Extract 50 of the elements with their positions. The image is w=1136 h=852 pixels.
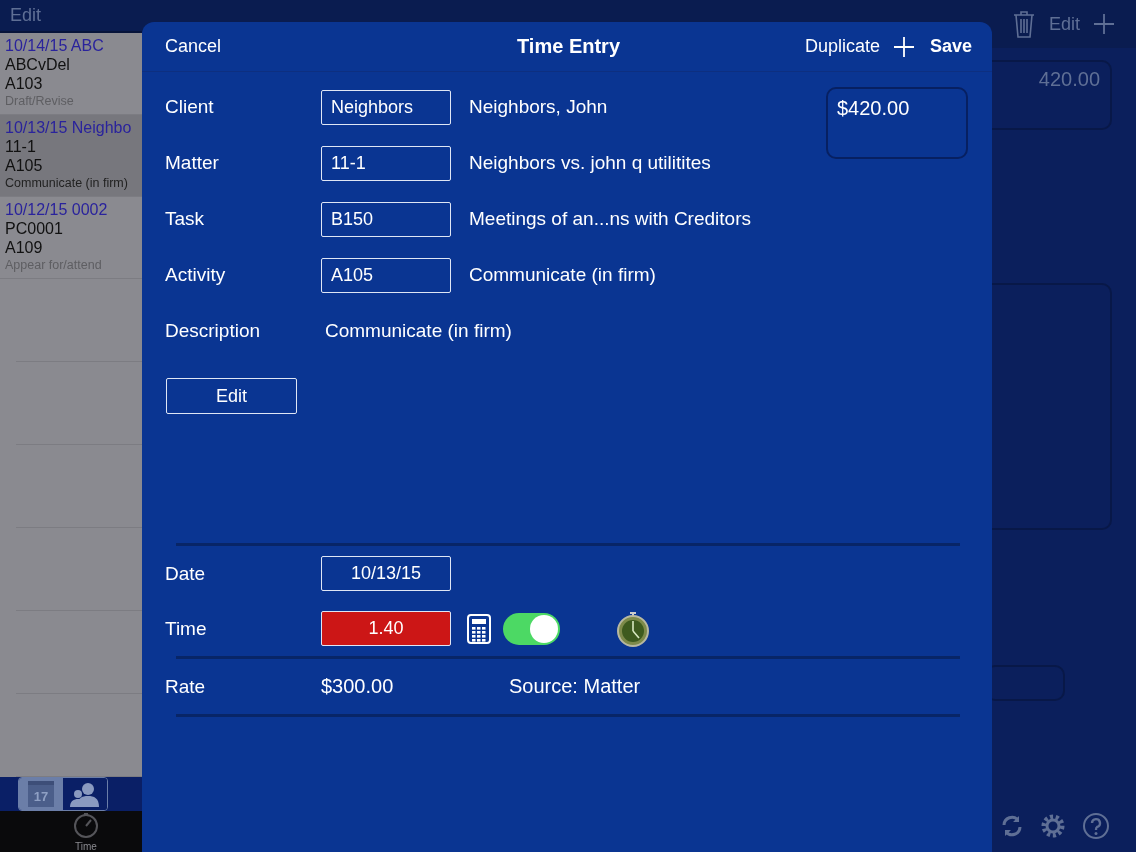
field-label: Activity	[165, 264, 227, 286]
calendar-day: 17	[33, 788, 49, 804]
entry-code: A103	[5, 74, 44, 93]
entry-code: A105	[5, 156, 44, 175]
rate-source: Source: Matter	[509, 675, 641, 698]
field-label: Date	[165, 562, 207, 585]
field-label: Client	[165, 96, 215, 118]
timer-toggle[interactable]	[503, 612, 560, 645]
entry-code: A109	[5, 238, 44, 257]
time-entry-row[interactable]: 10/13/15 Neighbo 11-1 A105 Communicate (in firm)	[0, 115, 142, 197]
field-description: Communicate (in firm)	[469, 264, 656, 286]
tab-label[interactable]: Time	[75, 841, 97, 852]
field-label: Time	[165, 617, 208, 640]
people-icon	[68, 780, 102, 808]
amount-field: $420.00	[826, 87, 968, 159]
duplicate-button[interactable]: Duplicate	[804, 36, 880, 57]
code-field[interactable]: A105	[321, 257, 451, 293]
field-label: Rate	[165, 675, 207, 698]
gear-icon[interactable]	[1040, 813, 1066, 839]
field-description: Neighbors, John	[469, 96, 608, 118]
rate-value: $300.00	[321, 675, 395, 698]
field-label: Task	[165, 208, 206, 230]
code-field[interactable]: Neighbors	[321, 89, 451, 125]
stopwatch-icon[interactable]	[616, 610, 650, 647]
trash-icon[interactable]	[1012, 10, 1035, 38]
edit-button[interactable]: Edit	[166, 378, 297, 414]
dialog-title: Time Entry	[517, 35, 620, 58]
time-field[interactable]: 1.40	[321, 611, 451, 646]
entry-matter: 11-1	[5, 137, 37, 156]
field-description: Neighbors vs. john q utilitites	[469, 152, 711, 174]
calculator-icon[interactable]	[467, 613, 491, 644]
entry-date-client: 10/13/15 Neighbo	[5, 118, 133, 137]
entry-matter: PC0001	[5, 219, 64, 238]
help-icon[interactable]	[1082, 812, 1110, 840]
stopwatch-icon[interactable]	[72, 811, 100, 839]
cancel-button[interactable]: Cancel	[165, 36, 222, 57]
code-field[interactable]: B150	[321, 201, 451, 237]
date-field[interactable]: 10/13/15	[321, 556, 451, 591]
field-label: Matter	[165, 152, 220, 174]
entry-matter: ABCvDel	[5, 55, 71, 74]
code-field[interactable]: 11-1	[321, 145, 451, 181]
field-description: Meetings of an...ns with Creditors	[469, 208, 751, 230]
entry-note: Communicate (in firm)	[5, 175, 129, 191]
amount-text: 420.00	[1038, 68, 1100, 92]
field-label: Description	[165, 320, 262, 342]
entry-date-client: 10/14/15 ABC	[5, 36, 105, 55]
entry-date-client: 10/12/15 0002	[5, 200, 109, 219]
refresh-icon[interactable]	[1000, 814, 1024, 838]
description-text: Communicate (in firm)	[324, 320, 512, 342]
save-button[interactable]: Save	[929, 36, 972, 57]
